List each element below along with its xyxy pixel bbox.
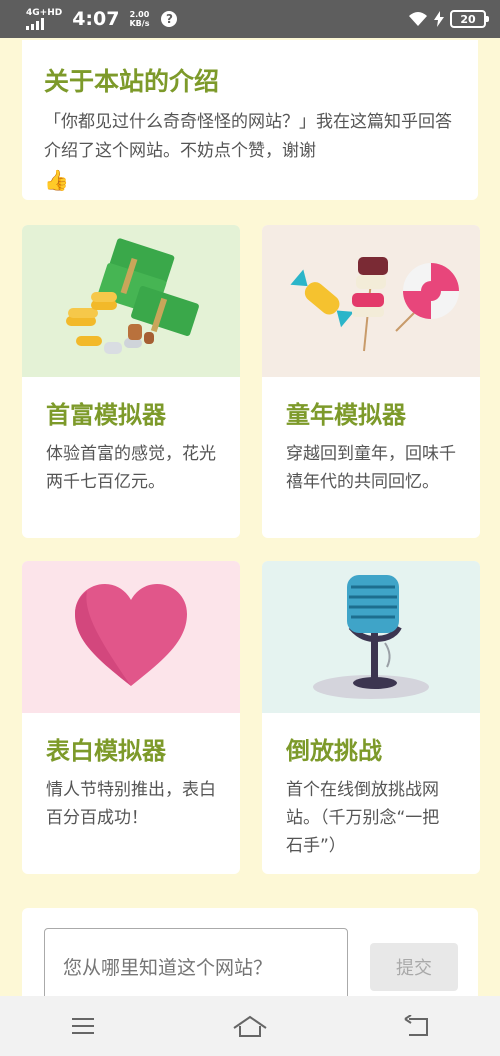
network-speed: 2.00 KB/s [129, 10, 150, 28]
intro-card: 关于本站的介绍 「你都见过什么奇奇怪怪的网站？」我在这篇知乎回答介绍了这个网站。… [22, 40, 478, 200]
tile-title: 倒放挑战 [286, 737, 382, 765]
intro-link-text[interactable]: 「你都见过什么奇奇怪怪的网站？」我在这篇知乎回答介绍了这个网站。不妨点个赞，谢谢 [44, 112, 452, 161]
tile-childhood-simulator[interactable]: 童年模拟器 穿越回到童年，回味千禧年代的共同回忆。 [262, 225, 480, 538]
back-icon[interactable] [387, 1006, 447, 1046]
clock: 4:07 [72, 8, 120, 30]
tile-description: 情人节特别推出，表白百分百成功！ [46, 780, 216, 828]
network-type: 4G+HD [26, 7, 63, 18]
battery-icon: 20 [450, 10, 489, 28]
tile-title: 首富模拟器 [46, 401, 166, 429]
tile-richest-simulator[interactable]: 首富模拟器 体验首富的感觉，花光两千七百亿元。 [22, 225, 240, 538]
intro-title: 关于本站的介绍 [44, 67, 220, 96]
tile-confession-simulator[interactable]: 表白模拟器 情人节特别推出，表白百分百成功！ [22, 561, 240, 874]
tile-reverse-challenge[interactable]: 倒放挑战 首个在线倒放挑战网站。（千万别念“一把石手”） [262, 561, 480, 874]
info-icon: ? [161, 11, 178, 27]
charging-icon [434, 11, 444, 27]
heart-icon [75, 584, 187, 686]
tile-title: 童年模拟器 [286, 401, 406, 429]
status-bar: 4G+HD 4:07 2.00 KB/s ? 20 [0, 0, 500, 38]
thumbs-up-icon: 👍 [44, 168, 69, 192]
microphone-icon [313, 575, 429, 699]
battery-level: 20 [460, 12, 476, 26]
submit-button[interactable]: 提交 [370, 943, 458, 991]
signal-icon: 4G+HD [26, 7, 63, 30]
menu-icon[interactable] [53, 1006, 113, 1046]
tile-description: 首个在线倒放挑战网站。（千万别念“一把石手”） [286, 780, 440, 856]
tile-title: 表白模拟器 [46, 737, 166, 765]
home-icon[interactable] [220, 1006, 280, 1046]
tile-description: 体验首富的感觉，花光两千七百亿元。 [46, 444, 216, 492]
candy-icon [290, 257, 459, 352]
money-stack-icon [66, 238, 199, 354]
wifi-icon [409, 12, 427, 26]
tile-description: 穿越回到童年，回味千禧年代的共同回忆。 [286, 444, 456, 492]
navigation-bar [0, 996, 500, 1056]
